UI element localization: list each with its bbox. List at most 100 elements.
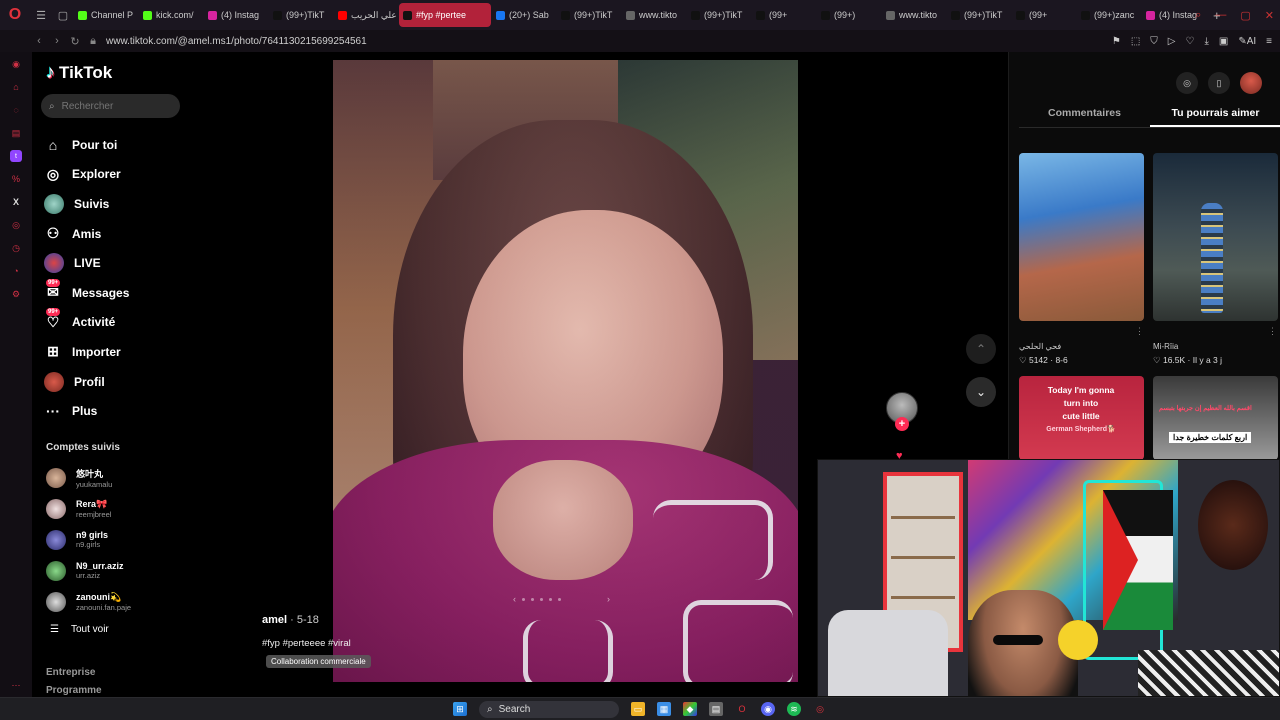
- browser-tab[interactable]: #fyp #pertee: [399, 3, 491, 27]
- post-author[interactable]: amel · 5-18: [262, 614, 412, 626]
- see-all-button[interactable]: ☰ Tout voir: [50, 624, 109, 635]
- opera-taskbar-icon[interactable]: O: [735, 702, 749, 716]
- spotify-icon[interactable]: ≋: [787, 702, 801, 716]
- heart-icon[interactable]: ♡: [1185, 36, 1194, 47]
- suggestion-more-icon[interactable]: ⋮: [1135, 326, 1144, 337]
- browser-tab[interactable]: (20+) Sab: [492, 3, 556, 27]
- news-icon[interactable]: ▤: [10, 127, 22, 139]
- bulb-icon[interactable]: ◔: [10, 265, 22, 277]
- browser-tab[interactable]: (99+: [752, 3, 816, 27]
- opera-logo-icon[interactable]: O: [0, 0, 30, 30]
- screenshot-icon[interactable]: ⬚: [1131, 36, 1140, 47]
- adblock-icon[interactable]: ⛉: [1150, 36, 1158, 47]
- carousel-next-icon[interactable]: ›: [607, 594, 610, 604]
- tab-comments[interactable]: Commentaires: [1019, 102, 1150, 127]
- browser-tab[interactable]: (99+)TikT: [947, 3, 1011, 27]
- opera-gx-icon[interactable]: ◎: [813, 702, 827, 716]
- carousel-prev-icon[interactable]: ‹: [513, 594, 516, 604]
- followed-account[interactable]: zanouni💫 zanouni.fan.paje: [46, 586, 186, 617]
- carousel-dot[interactable]: [558, 597, 561, 601]
- followed-account[interactable]: 悠叶丸 yuukamalu: [46, 462, 186, 493]
- carousel-dot[interactable]: [522, 597, 525, 601]
- tab-menu-icon[interactable]: ☰: [30, 0, 52, 30]
- wallet-icon[interactable]: ▣: [1219, 36, 1228, 47]
- carousel-dot[interactable]: [549, 597, 552, 601]
- play-icon[interactable]: ▷: [1168, 36, 1176, 47]
- ai-icon[interactable]: ✎AI: [1238, 36, 1256, 47]
- nav-item[interactable]: ⌂ Pour toi: [44, 130, 184, 160]
- search-box[interactable]: ⌕: [41, 94, 180, 118]
- nav-item[interactable]: Profil: [44, 367, 184, 397]
- close-icon[interactable]: ✕: [1265, 9, 1274, 22]
- discord-icon[interactable]: ◉: [761, 702, 775, 716]
- nav-item[interactable]: Suivis: [44, 189, 184, 219]
- browser-tab[interactable]: kick.com/: [139, 3, 203, 27]
- search-input[interactable]: [61, 100, 162, 112]
- suggestion-thumb[interactable]: اقسم بالله العظيم إن جربتها بتبسم اربع ك…: [1153, 376, 1278, 460]
- post-hashtags[interactable]: #fyp #perteeee #viral: [262, 638, 412, 649]
- browser-tab[interactable]: (99+)TikT: [687, 3, 751, 27]
- menu-icon[interactable]: ≡: [1266, 36, 1272, 47]
- sidebar-more-icon[interactable]: ⋯: [10, 679, 22, 691]
- nav-item[interactable]: ♡ 99+ Activité: [44, 308, 184, 338]
- carousel-dot[interactable]: [531, 597, 534, 601]
- phone-icon[interactable]: ▯: [1208, 72, 1230, 94]
- browser-tab[interactable]: علي الحريب: [334, 3, 398, 27]
- file-explorer-icon[interactable]: ▭: [631, 702, 645, 716]
- forward-icon[interactable]: ›: [48, 35, 66, 47]
- tab-overview-icon[interactable]: ▢: [52, 0, 74, 30]
- url-field[interactable]: www.tiktok.com/@amel.ms1/photo/764113021…: [106, 36, 367, 47]
- history-icon[interactable]: ◷: [10, 242, 22, 254]
- messenger-icon[interactable]: ◌: [10, 104, 22, 116]
- nav-item[interactable]: ··· Plus: [44, 396, 184, 426]
- reload-icon[interactable]: ↻: [66, 35, 84, 48]
- footer-link-company[interactable]: Entreprise: [46, 667, 95, 678]
- carousel-dot[interactable]: [540, 597, 543, 601]
- search-tabs-icon[interactable]: ⌕: [1195, 9, 1201, 22]
- user-avatar[interactable]: [1240, 72, 1262, 94]
- follow-plus-icon[interactable]: +: [895, 417, 909, 431]
- player-icon[interactable]: ◎: [10, 219, 22, 231]
- followed-account[interactable]: N9_urr.aziz urr.aziz: [46, 555, 186, 586]
- nav-item[interactable]: ✉ 99+ Messages: [44, 278, 184, 308]
- browser-tab[interactable]: (99+)zanc: [1077, 3, 1141, 27]
- aria-icon[interactable]: ◉: [10, 58, 22, 70]
- x-icon[interactable]: X: [10, 196, 22, 208]
- browser-tab[interactable]: www.tikto: [622, 3, 686, 27]
- coin-icon[interactable]: ◎: [1176, 72, 1198, 94]
- tab-you-may-like[interactable]: Tu pourrais aimer: [1150, 102, 1280, 127]
- minimize-icon[interactable]: —: [1215, 9, 1226, 21]
- maximize-icon[interactable]: ▢: [1240, 9, 1250, 22]
- suggestion-thumb[interactable]: [1153, 153, 1278, 321]
- calculator-icon[interactable]: ▤: [709, 702, 723, 716]
- copilot-icon[interactable]: ◆: [683, 702, 697, 716]
- followed-account[interactable]: n9 girls n9.girls: [46, 524, 186, 555]
- next-post-button[interactable]: ⌄: [966, 377, 996, 407]
- percent-icon[interactable]: %: [10, 173, 22, 185]
- taskbar-search[interactable]: ⌕ Search: [479, 700, 619, 718]
- suggestion-thumb[interactable]: Today I'm gonna turn into cute little Ge…: [1019, 376, 1144, 460]
- browser-tab[interactable]: Channel P: [74, 3, 138, 27]
- followed-account[interactable]: Rera🎀 reemjbreel: [46, 493, 186, 524]
- browser-tab[interactable]: (99+): [817, 3, 881, 27]
- nav-item[interactable]: ⊞ Importer: [44, 337, 184, 367]
- settings-icon[interactable]: ⚙: [10, 288, 22, 300]
- browser-tab[interactable]: www.tikto: [882, 3, 946, 27]
- previous-post-button[interactable]: ⌃: [966, 334, 996, 364]
- windows-start-icon[interactable]: ⊞: [453, 702, 467, 716]
- tiktok-logo[interactable]: ♪ TikTok: [46, 62, 112, 83]
- browser-tab[interactable]: (99+)TikT: [557, 3, 621, 27]
- store-icon[interactable]: ▦: [657, 702, 671, 716]
- suggestion-author[interactable]: فحي الحلحي: [1019, 342, 1068, 351]
- suggestion-author[interactable]: Mi-Rīia: [1153, 342, 1222, 351]
- footer-link-program[interactable]: Programme: [46, 685, 102, 696]
- twitch-icon[interactable]: t: [10, 150, 22, 162]
- browser-tab[interactable]: (99+)TikT: [269, 3, 333, 27]
- post-author-name[interactable]: amel: [262, 614, 287, 626]
- nav-item[interactable]: LIVE: [44, 248, 184, 278]
- nav-item[interactable]: ◎ Explorer: [44, 160, 184, 190]
- browser-tab[interactable]: (99+: [1012, 3, 1076, 27]
- back-icon[interactable]: ‹: [30, 35, 48, 47]
- download-icon[interactable]: ⤓: [1204, 36, 1208, 47]
- suggestion-thumb[interactable]: [1019, 153, 1144, 321]
